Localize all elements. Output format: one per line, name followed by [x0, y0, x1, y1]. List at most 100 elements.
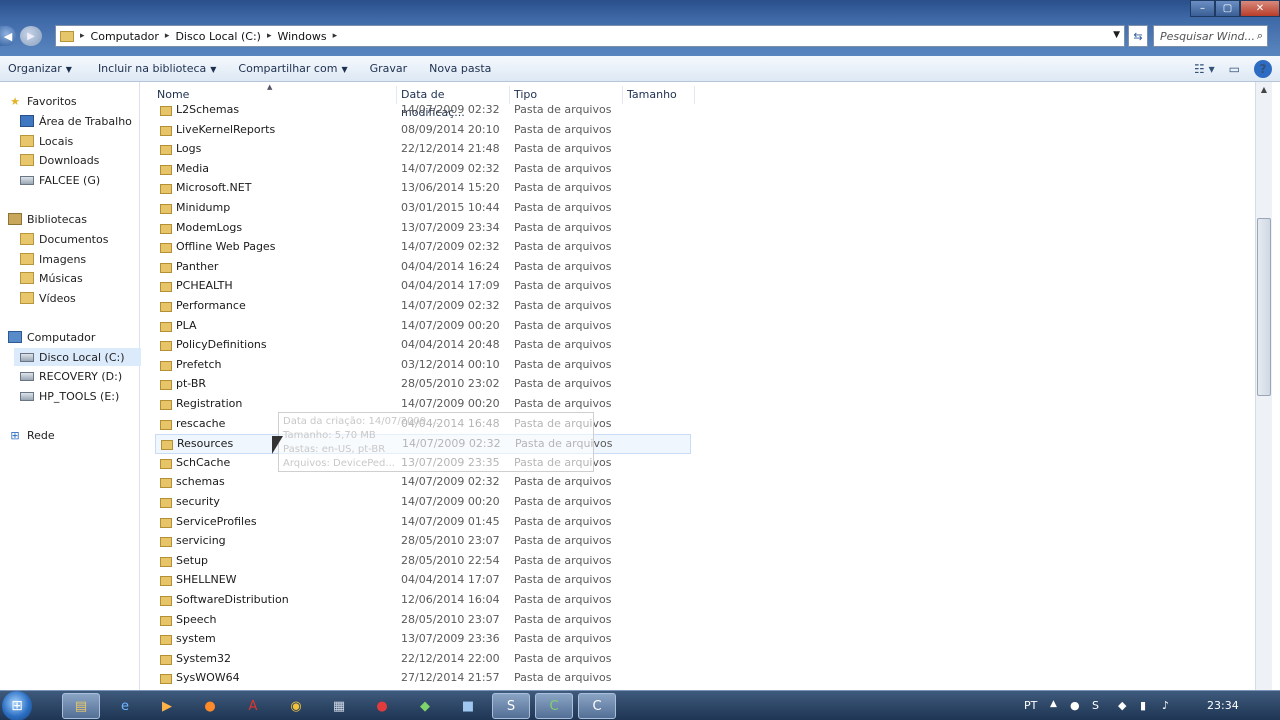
nav-network[interactable]: ⊞ Rede	[8, 426, 146, 444]
file-type: Pasta de arquivos	[514, 632, 612, 646]
help-icon[interactable]: ?	[1254, 60, 1272, 78]
taskbar-app-green[interactable]: ◆	[406, 693, 444, 719]
nav-item-desktop[interactable]: Área de Trabalho	[20, 112, 158, 130]
list-item[interactable]: System32 22/12/2014 22:00 Pasta de arquivo…	[155, 650, 691, 670]
tray-app-icon[interactable]: ●	[1070, 699, 1080, 712]
breadcrumb-computer[interactable]: Computador	[91, 30, 159, 43]
maximize-button[interactable]: ▢	[1215, 0, 1240, 17]
taskbar-firefox[interactable]: ●	[191, 693, 229, 719]
share-menu[interactable]: Compartilhar com ▼	[230, 62, 355, 75]
breadcrumb-windows[interactable]: Windows	[277, 30, 326, 43]
nav-item-recent-places[interactable]: Locais	[20, 132, 158, 150]
taskbar-recorder[interactable]: C	[578, 693, 616, 719]
list-item[interactable]: Logs 22/12/2014 21:48 Pasta de arquivos	[155, 140, 691, 160]
search-icon[interactable]: ⌕	[1257, 29, 1263, 43]
file-name: System32	[176, 651, 232, 665]
list-item[interactable]: Minidump 03/01/2015 10:44 Pasta de arquivo…	[155, 199, 691, 219]
list-item[interactable]: Setup 28/05/2010 22:54 Pasta de arquivos	[155, 552, 691, 572]
list-item[interactable]: schemas 14/07/2009 02:32 Pasta de arquivos	[155, 473, 691, 493]
list-item[interactable]: Microsoft.NET 13/06/2014 15:20 Pasta de ar…	[155, 179, 691, 199]
file-name: Prefetch	[176, 357, 222, 371]
start-button[interactable]: ⊞	[2, 691, 32, 720]
nav-favorites[interactable]: ★ Favoritos	[8, 92, 146, 110]
list-item[interactable]: security 14/07/2009 00:20 Pasta de arquivo…	[155, 493, 691, 513]
taskbar-skype[interactable]: S	[492, 693, 530, 719]
refresh-button[interactable]: ⇆	[1128, 25, 1148, 47]
view-options-icon[interactable]: ☷ ▾	[1194, 62, 1215, 76]
list-item[interactable]: PLA 14/07/2009 00:20 Pasta de arquivos	[155, 317, 691, 337]
list-item[interactable]: Performance 14/07/2009 02:32 Pasta de arqu…	[155, 297, 691, 317]
include-library-menu[interactable]: Incluir na biblioteca ▼	[90, 62, 224, 75]
nav-item-hp-tools-e[interactable]: HP_TOOLS (E:)	[20, 387, 158, 405]
window-controls: – ▢ ✕	[1190, 0, 1280, 17]
chevron-right-icon[interactable]: ▸	[80, 31, 85, 41]
tray-skype-icon[interactable]: S	[1092, 699, 1099, 712]
folder-icon	[160, 106, 172, 116]
list-item[interactable]: ServiceProfiles 14/07/2009 01:45 Pasta de …	[155, 513, 691, 533]
taskbar-acrobat[interactable]: A	[234, 693, 272, 719]
media-player-icon: ▶	[162, 698, 172, 714]
taskbar-explorer[interactable]: ▤	[62, 693, 100, 719]
chevron-right-icon[interactable]: ▸	[333, 31, 338, 41]
list-item[interactable]: SHELLNEW 04/04/2014 17:07 Pasta de arquivo…	[155, 571, 691, 591]
language-indicator[interactable]: PT	[1024, 699, 1037, 712]
nav-item-music[interactable]: Músicas	[20, 269, 158, 287]
taskbar-media-player[interactable]: ▶	[148, 693, 186, 719]
list-item[interactable]: Offline Web Pages 14/07/2009 02:32 Pasta d…	[155, 238, 691, 258]
nav-item-documents[interactable]: Documentos	[20, 230, 158, 248]
list-item[interactable]: LiveKernelReports 08/09/2014 20:10 Pasta d…	[155, 121, 691, 141]
scroll-up-icon[interactable]: ▲	[1256, 82, 1272, 98]
list-item[interactable]: system 13/07/2009 23:36 Pasta de arquivos	[155, 630, 691, 650]
folder-icon	[160, 478, 172, 489]
preview-pane-icon[interactable]: ▭	[1229, 62, 1240, 76]
volume-icon[interactable]: ♪	[1162, 699, 1169, 712]
address-bar[interactable]: ▸ Computador ▸ Disco Local (C:) ▸ Window…	[55, 25, 1125, 47]
show-hidden-icons-icon[interactable]: ▲	[1050, 699, 1057, 709]
back-button[interactable]: ◀	[0, 26, 16, 46]
chevron-right-icon[interactable]: ▸	[267, 31, 272, 41]
nav-item-recovery-d[interactable]: RECOVERY (D:)	[20, 367, 158, 385]
clock[interactable]: 23:34	[1207, 699, 1239, 712]
nav-item-local-disk-c[interactable]: Disco Local (C:)	[14, 348, 152, 366]
taskbar-camtasia[interactable]: C	[535, 693, 573, 719]
taskbar-app-red[interactable]: ●	[363, 693, 401, 719]
list-item[interactable]: SoftwareDistribution 12/06/2014 16:04 Past…	[155, 591, 691, 611]
nav-item-pictures[interactable]: Imagens	[20, 250, 158, 268]
address-dropdown-icon[interactable]: ▼	[1113, 30, 1120, 40]
search-input[interactable]: Pesquisar Wind... ⌕	[1153, 25, 1268, 47]
network-status-icon[interactable]: ▮	[1140, 699, 1146, 712]
list-item[interactable]: Media 14/07/2009 02:32 Pasta de arquivos	[155, 160, 691, 180]
close-button[interactable]: ✕	[1240, 0, 1280, 17]
list-item[interactable]: Panther 04/04/2014 16:24 Pasta de arquivos	[155, 258, 691, 278]
file-type: Pasta de arquivos	[514, 593, 612, 606]
nav-item-downloads[interactable]: Downloads	[20, 151, 158, 169]
burn-button[interactable]: Gravar	[362, 62, 416, 75]
list-item[interactable]: PCHEALTH 04/04/2014 17:09 Pasta de arquivo…	[155, 277, 691, 297]
nav-item-falcee-drive[interactable]: FALCEE (G)	[20, 171, 158, 189]
forward-button[interactable]: ▶	[20, 26, 42, 46]
nav-item-videos[interactable]: Vídeos	[20, 289, 158, 307]
list-item[interactable]: PolicyDefinitions 04/04/2014 20:48 Pasta d…	[155, 336, 691, 356]
list-item[interactable]: L2Schemas 14/07/2009 02:32 Pasta de arquiv…	[155, 101, 691, 121]
scrollbar-thumb[interactable]	[1257, 218, 1271, 396]
app-green-icon: ◆	[420, 698, 430, 714]
taskbar-ie[interactable]: e	[106, 693, 144, 719]
list-item[interactable]: Speech 28/05/2010 23:07 Pasta de arquivos	[155, 611, 691, 631]
list-item[interactable]: servicing 28/05/2010 23:07 Pasta de arquiv…	[155, 532, 691, 552]
tray-app2-icon[interactable]: ◆	[1118, 699, 1126, 712]
taskbar-chrome[interactable]: ◉	[277, 693, 315, 719]
nav-libraries[interactable]: Bibliotecas	[8, 210, 146, 228]
list-item[interactable]: Prefetch 03/12/2014 00:10 Pasta de arquivo…	[155, 356, 691, 376]
list-item[interactable]: ModemLogs 13/07/2009 23:34 Pasta de arquiv…	[155, 219, 691, 239]
taskbar-app-blue[interactable]: ■	[449, 693, 487, 719]
chevron-right-icon[interactable]: ▸	[165, 31, 170, 41]
list-item[interactable]: pt-BR 28/05/2010 23:02 Pasta de arquivos	[155, 375, 691, 395]
vertical-scrollbar[interactable]: ▲	[1255, 82, 1272, 690]
organize-menu[interactable]: Organizar ▼	[0, 62, 80, 75]
breadcrumb-local-disk[interactable]: Disco Local (C:)	[175, 30, 261, 43]
nav-computer[interactable]: Computador	[8, 328, 146, 346]
minimize-button[interactable]: –	[1190, 0, 1215, 17]
list-item[interactable]: SysWOW64 27/12/2014 21:57 Pasta de arquivo…	[155, 669, 691, 689]
taskbar-app[interactable]: ▦	[320, 693, 358, 719]
new-folder-button[interactable]: Nova pasta	[421, 62, 499, 75]
